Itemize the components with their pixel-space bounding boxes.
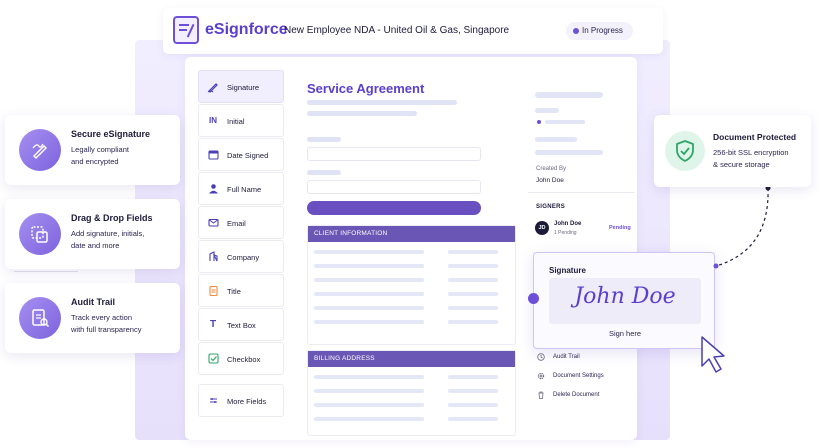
feature-card-drag-drop: Drag & Drop Fields Add signature, initia…: [5, 199, 180, 269]
cursor-icon: [701, 336, 725, 373]
dashed-connector: [715, 187, 769, 267]
protected-title: Document Protected: [713, 132, 797, 142]
shield-check-icon: [665, 131, 705, 171]
feature-title: Secure eSignature: [71, 129, 151, 139]
divider: [14, 271, 78, 272]
feature-description: Legally compliant and encrypted: [71, 145, 129, 166]
document-protected-card: Document Protected 256-bit SSL encryptio…: [654, 115, 811, 187]
feature-title: Drag & Drop Fields: [71, 213, 153, 223]
protected-description: 256-bit SSL encryption & secure storage: [713, 148, 789, 169]
audit-document-icon: [19, 297, 61, 339]
connector-dot-icon: [713, 263, 719, 269]
feature-description: Track every action with full transparency: [71, 313, 142, 334]
signature-pen-icon: [19, 129, 61, 171]
feature-description: Add signature, initials, date and more: [71, 229, 145, 250]
drag-drop-icon: [19, 213, 61, 255]
feature-title: Audit Trail: [71, 297, 116, 307]
feature-card-audit-trail: Audit Trail Track every action with full …: [5, 283, 180, 353]
feature-card-secure-esignature: Secure eSignature Legally compliant and e…: [5, 115, 180, 185]
